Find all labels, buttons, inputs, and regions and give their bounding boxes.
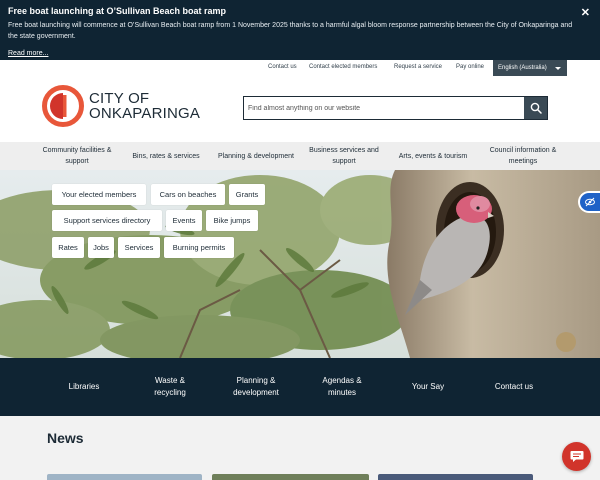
language-select[interactable]: English (Australia) (493, 60, 567, 76)
search-bar (243, 96, 548, 120)
quick-chip-events[interactable]: Events (166, 210, 202, 231)
quick-link-contact-us[interactable]: Contact us (480, 358, 548, 416)
alert-banner: Free boat launching at O’Sullivan Beach … (0, 0, 600, 60)
logo-wordmark[interactable]: CITY OF ONKAPARINGA (89, 91, 200, 121)
quick-chip-support-services-directory[interactable]: Support services directory (52, 210, 162, 231)
quick-chip-grants[interactable]: Grants (229, 184, 265, 205)
quick-link-your-say[interactable]: Your Say (396, 358, 460, 416)
news-card-image[interactable] (47, 474, 202, 480)
quick-chip-burning-permits[interactable]: Burning permits (164, 237, 234, 258)
utility-link-pay-online[interactable]: Pay online (456, 64, 484, 70)
news-heading: News (47, 430, 84, 446)
nav-item-council-information[interactable]: Council information & meetings (480, 142, 566, 170)
alert-read-more-link[interactable]: Read more... (8, 49, 48, 59)
search-icon (530, 102, 542, 114)
accessibility-button[interactable] (578, 191, 600, 213)
close-icon[interactable]: ✕ (581, 6, 590, 19)
quick-link-libraries[interactable]: Libraries (47, 358, 121, 416)
nav-item-planning-development[interactable]: Planning & development (218, 142, 294, 170)
utility-link-request-a-service[interactable]: Request a service (394, 64, 442, 70)
main-nav: Community facilities & support Bins, rat… (0, 142, 600, 170)
alert-title: Free boat launching at O’Sullivan Beach … (8, 6, 227, 16)
quick-link-agendas-minutes[interactable]: Agendas & minutes (310, 358, 374, 416)
chevron-down-icon (555, 67, 561, 70)
quick-links-bar: Libraries Waste & recycling Planning & d… (0, 358, 600, 416)
quick-link-waste-recycling[interactable]: Waste & recycling (140, 358, 200, 416)
news-card-image[interactable] (212, 474, 369, 480)
alert-text: Free boat launching will commence at O’S… (8, 22, 573, 40)
language-select-value: English (Australia) (498, 65, 547, 71)
nav-item-bins-rates-services[interactable]: Bins, rates & services (122, 142, 210, 170)
search-input[interactable] (248, 99, 520, 117)
quick-chip-your-elected-members[interactable]: Your elected members (52, 184, 146, 205)
utility-link-contact-elected-members[interactable]: Contact elected members (309, 64, 377, 70)
logo-line-1: CITY OF (89, 90, 150, 107)
news-card-image[interactable] (378, 474, 533, 480)
search-button[interactable] (524, 97, 547, 119)
city-logo-icon[interactable] (42, 85, 84, 127)
chat-button[interactable] (562, 442, 591, 471)
hero-banner: Your elected members Cars on beaches Gra… (0, 170, 600, 358)
quick-chip-rates[interactable]: Rates (52, 237, 84, 258)
utility-link-contact-us[interactable]: Contact us (268, 64, 297, 70)
chat-bubble-icon (570, 451, 583, 462)
nav-item-arts-events-tourism[interactable]: Arts, events & tourism (390, 142, 476, 170)
quick-chip-services[interactable]: Services (118, 237, 160, 258)
eye-slash-icon (585, 197, 595, 207)
quick-chip-cars-on-beaches[interactable]: Cars on beaches (151, 184, 225, 205)
quick-chip-jobs[interactable]: Jobs (88, 237, 114, 258)
quick-chip-bike-jumps[interactable]: Bike jumps (206, 210, 258, 231)
news-section: News (0, 416, 600, 480)
logo-line-2: ONKAPARINGA (89, 105, 201, 122)
nav-item-business-services[interactable]: Business services and support (302, 142, 386, 170)
nav-item-community-facilities[interactable]: Community facilities & support (32, 142, 122, 170)
quick-link-planning-development[interactable]: Planning & development (222, 358, 290, 416)
